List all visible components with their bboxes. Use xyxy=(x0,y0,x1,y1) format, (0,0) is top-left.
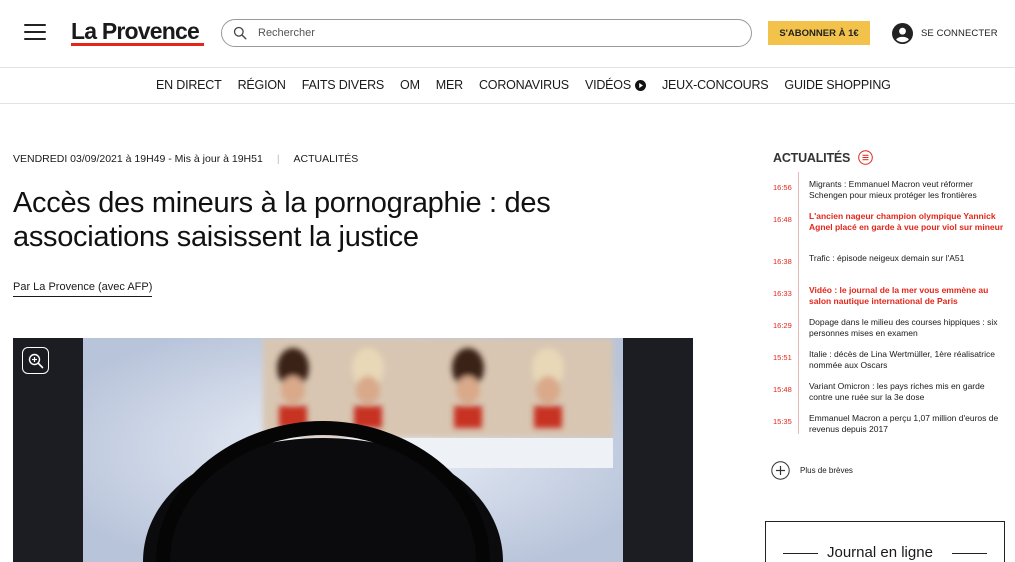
journal-title: Journal en ligne xyxy=(827,544,933,561)
nav-item-om[interactable]: OM xyxy=(400,78,420,92)
article-date: VENDREDI 03/09/2021 à 19H49 - Mis à jour… xyxy=(13,153,263,165)
article-byline[interactable]: Par La Provence (avec AFP) xyxy=(13,281,153,297)
zoom-button[interactable] xyxy=(22,347,49,374)
list-icon xyxy=(858,150,873,165)
news-text: Vidéo : le journal de la mer vous emmène… xyxy=(809,285,989,306)
news-time: 16:56 xyxy=(773,183,792,192)
news-time: 16:48 xyxy=(773,215,792,224)
news-time: 15:51 xyxy=(773,353,792,362)
news-item[interactable]: 15:51 Italie : décès de Lina Wertmüller,… xyxy=(773,349,1008,370)
news-time: 15:48 xyxy=(773,385,792,394)
nav-item-videos[interactable]: VIDÉOS xyxy=(585,78,646,92)
journal-box[interactable]: Journal en ligne xyxy=(765,521,1005,562)
nav-item-faits-divers[interactable]: FAITS DIVERS xyxy=(302,78,385,92)
nav-item-region[interactable]: RÉGION xyxy=(238,78,286,92)
news-item[interactable]: 16:33 Vidéo : le journal de la mer vous … xyxy=(773,285,1008,306)
plus-icon xyxy=(771,461,790,480)
news-text: L'ancien nageur champion olympique Yanni… xyxy=(809,211,1004,232)
more-news-button[interactable]: Plus de brèves xyxy=(771,461,853,480)
zoom-icon xyxy=(28,353,43,368)
news-text: Variant Omicron : les pays riches mis en… xyxy=(809,381,985,402)
news-item[interactable]: 15:35 Emmanuel Macron a perçu 1,07 milli… xyxy=(773,413,1008,434)
sidebar-title[interactable]: ACTUALITÉS xyxy=(773,150,873,165)
divider xyxy=(952,553,987,554)
logo-underline xyxy=(71,43,204,46)
news-text: Trafic : épisode neigeux demain sur l'A5… xyxy=(809,253,965,263)
article-photo xyxy=(13,338,693,562)
news-time: 16:38 xyxy=(773,257,792,266)
site-logo[interactable]: La Provence xyxy=(71,18,200,45)
news-time: 16:33 xyxy=(773,289,792,298)
news-text: Dopage dans le milieu des courses hippiq… xyxy=(809,317,998,338)
nav-item-en-direct[interactable]: EN DIRECT xyxy=(156,78,222,92)
news-text: Migrants : Emmanuel Macron veut réformer… xyxy=(809,179,977,200)
search-input[interactable] xyxy=(258,24,738,42)
article-title: Accès des mineurs à la pornographie : de… xyxy=(13,187,551,253)
main-nav: EN DIRECT RÉGION FAITS DIVERS OM MER COR… xyxy=(0,69,1015,104)
news-item[interactable]: 16:38 Trafic : épisode neigeux demain su… xyxy=(773,253,1008,266)
search-icon[interactable] xyxy=(233,26,247,40)
news-item[interactable]: 16:56 Migrants : Emmanuel Macron veut ré… xyxy=(773,179,1008,200)
menu-icon[interactable] xyxy=(24,24,46,42)
search-bar[interactable] xyxy=(221,19,752,47)
login-button[interactable]: SE CONNECTER xyxy=(892,22,998,44)
news-item[interactable]: 15:48 Variant Omicron : les pays riches … xyxy=(773,381,1008,402)
nav-item-coronavirus[interactable]: CORONAVIRUS xyxy=(479,78,569,92)
article-category[interactable]: ACTUALITÉS xyxy=(294,153,359,165)
login-label: SE CONNECTER xyxy=(921,27,998,39)
article-meta: VENDREDI 03/09/2021 à 19H49 - Mis à jour… xyxy=(13,153,358,165)
meta-divider: | xyxy=(276,153,280,165)
news-text: Emmanuel Macron a perçu 1,07 million d'e… xyxy=(809,413,999,434)
nav-item-videos-label: VIDÉOS xyxy=(584,78,631,92)
nav-item-guide-shopping[interactable]: GUIDE SHOPPING xyxy=(784,78,890,92)
photo-illustration xyxy=(13,338,693,562)
news-time: 16:29 xyxy=(773,321,792,330)
sidebar-title-label: ACTUALITÉS xyxy=(773,150,851,165)
news-time: 15:35 xyxy=(773,417,792,426)
user-icon xyxy=(892,22,913,44)
nav-item-jeux-concours[interactable]: JEUX-CONCOURS xyxy=(662,78,769,92)
subscribe-button[interactable]: S'ABONNER À 1€ xyxy=(768,21,870,45)
site-header: La Provence S'ABONNER À 1€ SE CONNECTER xyxy=(0,0,1015,68)
news-item[interactable]: 16:48 L'ancien nageur champion olympique… xyxy=(773,211,1008,232)
news-item[interactable]: 16:29 Dopage dans le milieu des courses … xyxy=(773,317,1008,338)
play-icon xyxy=(634,79,646,91)
divider xyxy=(783,553,818,554)
more-news-label: Plus de brèves xyxy=(800,466,853,475)
nav-item-mer[interactable]: MER xyxy=(436,78,463,92)
news-text: Italie : décès de Lina Wertmüller, 1ère … xyxy=(809,349,995,370)
